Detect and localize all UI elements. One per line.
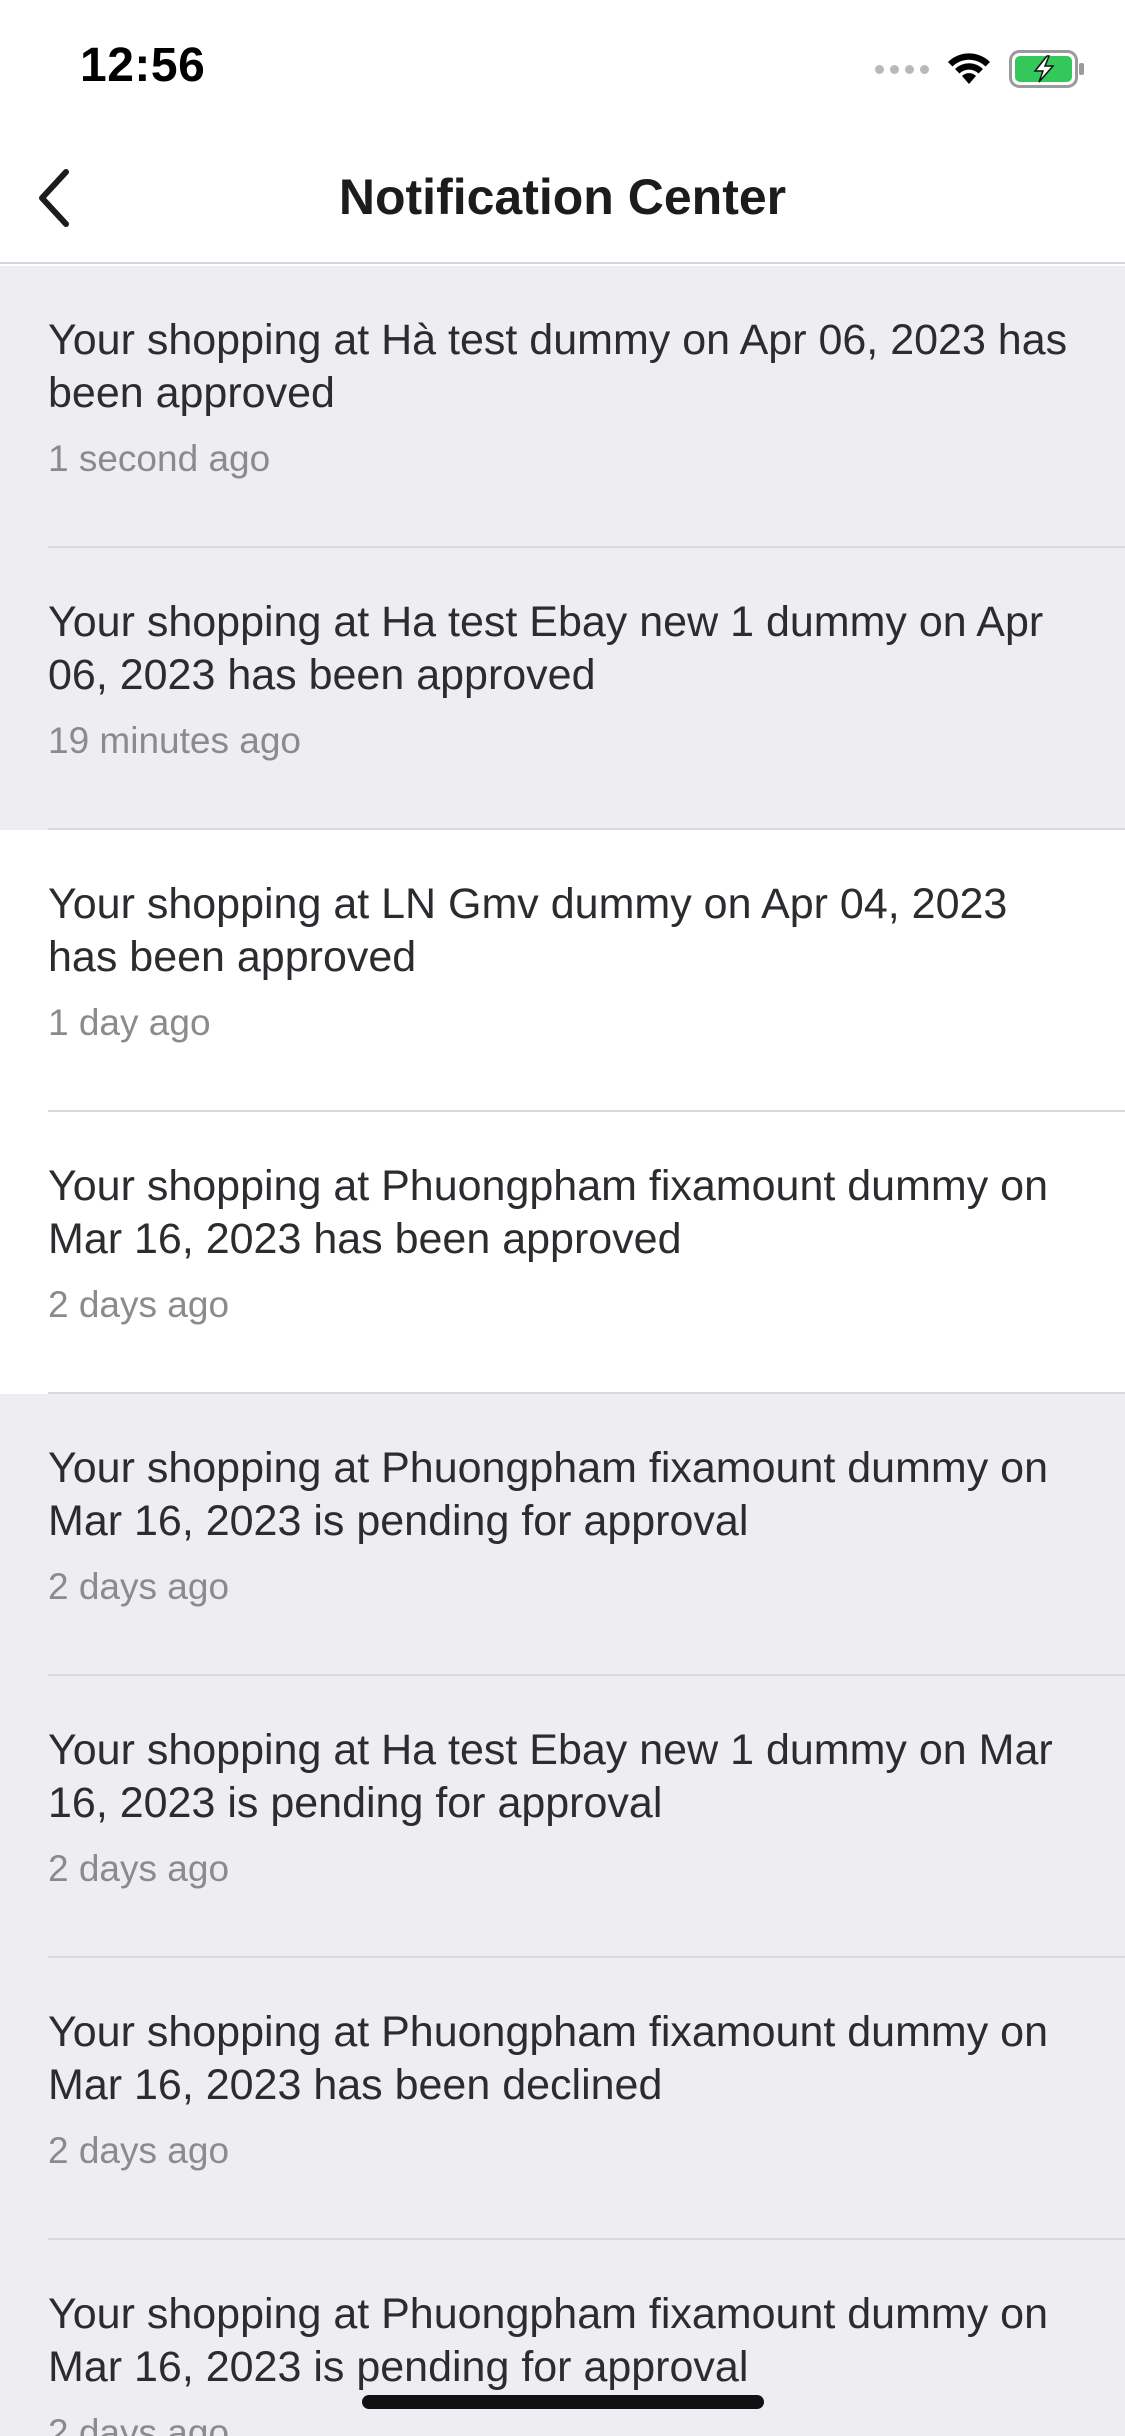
home-indicator[interactable] [362,2395,764,2409]
notification-item[interactable]: Your shopping at Hà test dummy on Apr 06… [0,266,1125,548]
notification-time: 2 days ago [48,1284,230,1325]
notification-message: Your shopping at Phuongpham fixamount du… [48,2008,1049,2109]
status-icons [875,44,1085,94]
notification-message: Your shopping at Phuongpham fixamount du… [48,2290,1049,2391]
wifi-icon [948,53,990,84]
notification-time: 1 day ago [48,1002,211,1043]
notification-time: 2 days ago [48,1566,230,1607]
notification-item[interactable]: Your shopping at LN Gmv dummy on Apr 04,… [0,830,1125,1112]
page-title: Notification Center [338,169,787,225]
notification-item[interactable]: Your shopping at Ha test Ebay new 1 dumm… [0,548,1125,830]
notification-list: Your shopping at Hà test dummy on Apr 06… [0,266,1125,2436]
notification-message: Your shopping at Phuongpham fixamount du… [48,1162,1049,1263]
screen: 12:56 Notification Center Your shopping … [0,0,1125,2436]
notification-time: 1 second ago [48,438,271,479]
notification-time: 2 days ago [48,2130,230,2171]
notification-message: Your shopping at Ha test Ebay new 1 dumm… [48,598,1044,699]
notification-time: 2 days ago [48,2412,230,2436]
notification-item[interactable]: Your shopping at Phuongpham fixamount du… [0,1958,1125,2240]
notification-item[interactable]: Your shopping at Phuongpham fixamount du… [0,1112,1125,1394]
notification-item[interactable]: Your shopping at Phuongpham fixamount du… [0,1394,1125,1676]
notification-message: Your shopping at Ha test Ebay new 1 dumm… [48,1726,1053,1827]
notification-time: 19 minutes ago [48,720,302,761]
navigation-bar: Notification Center [0,132,1125,264]
signal-dots-icon [875,64,929,74]
notification-message: Your shopping at Phuongpham fixamount du… [48,1444,1049,1545]
status-time: 12:56 [80,39,206,92]
notification-message: Your shopping at Hà test dummy on Apr 06… [48,316,1068,417]
notification-message: Your shopping at LN Gmv dummy on Apr 04,… [48,880,1008,981]
battery-charging-icon [1009,50,1084,88]
status-bar: 12:56 [0,0,1125,132]
notification-item[interactable]: Your shopping at Ha test Ebay new 1 dumm… [0,1676,1125,1958]
notification-time: 2 days ago [48,1848,230,1889]
